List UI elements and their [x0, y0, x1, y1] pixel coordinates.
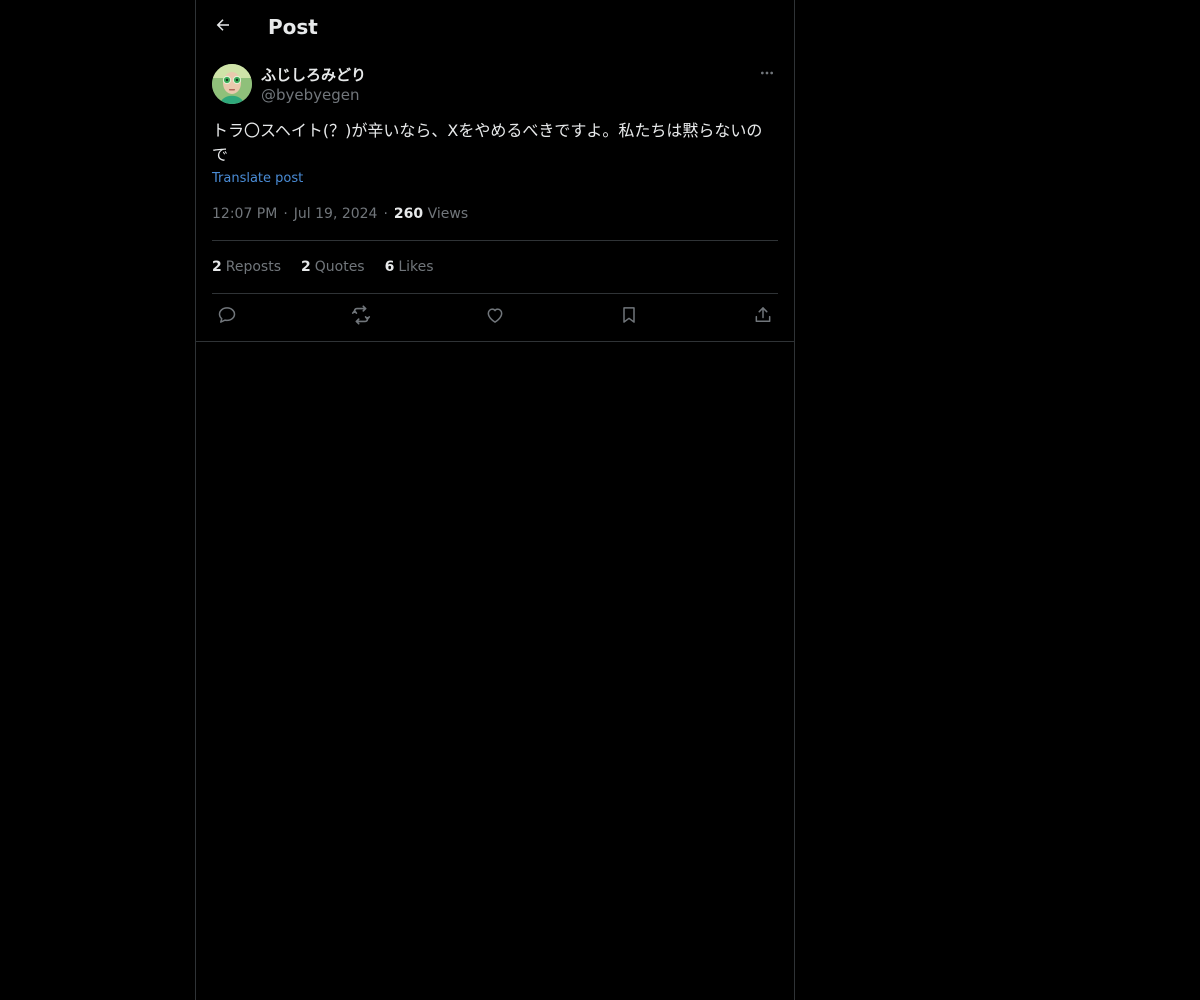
ellipsis-icon: [759, 65, 775, 85]
quotes-stat[interactable]: 2 Quotes: [301, 257, 365, 277]
post-date[interactable]: Jul 19, 2024: [294, 206, 378, 222]
post-time[interactable]: 12:07 PM: [212, 206, 277, 222]
author-handle[interactable]: @byebyegen: [261, 85, 360, 105]
back-button[interactable]: [206, 10, 240, 44]
bookmark-icon: [619, 305, 639, 329]
divider: [212, 240, 778, 241]
repost-icon: [350, 304, 372, 330]
page-header: Post: [196, 0, 794, 54]
translate-post-link[interactable]: Translate post: [212, 170, 303, 188]
divider: [212, 293, 778, 294]
primary-column: Post ふじしろみどり @byebyegen トラ〇スヘイト(？)が辛いなら、…: [195, 0, 795, 1000]
heart-icon: [485, 305, 505, 329]
bookmark-button[interactable]: [616, 304, 642, 330]
likes-count: 6: [384, 259, 395, 275]
likes-label: Likes: [398, 259, 434, 275]
post-text: トラ〇スヘイト(？)が辛いなら、Xをやめるべきですよ。私たちは黙らないので: [212, 121, 763, 164]
like-button[interactable]: [482, 304, 508, 330]
engagement-stats: 2 Reposts 2 Quotes 6 Likes: [212, 257, 434, 277]
page-title: Post: [268, 15, 318, 39]
share-button[interactable]: [750, 304, 776, 330]
post-metadata: 12:07 PM · Jul 19, 2024 · 260 Views: [212, 204, 468, 224]
reposts-stat[interactable]: 2 Reposts: [212, 257, 281, 277]
more-options-button[interactable]: [756, 64, 778, 86]
post-bottom-border: [196, 341, 794, 342]
reposts-label: Reposts: [225, 259, 281, 275]
post-actions-bar: [212, 304, 778, 330]
separator-dot: ·: [283, 206, 288, 222]
quotes-count: 2: [301, 259, 311, 275]
share-icon: [753, 305, 773, 329]
reposts-count: 2: [212, 259, 222, 275]
reply-icon: [217, 305, 237, 329]
separator-dot: ·: [383, 206, 388, 222]
views-count: 260: [393, 206, 424, 222]
quotes-label: Quotes: [314, 259, 365, 275]
views-label: Views: [427, 206, 469, 222]
user-avatar[interactable]: [212, 64, 252, 104]
repost-button[interactable]: [348, 304, 374, 330]
author-display-name[interactable]: ふじしろみどり: [261, 65, 366, 85]
likes-stat[interactable]: 6 Likes: [385, 257, 434, 277]
arrow-left-icon: [214, 16, 232, 38]
reply-button[interactable]: [214, 304, 240, 330]
